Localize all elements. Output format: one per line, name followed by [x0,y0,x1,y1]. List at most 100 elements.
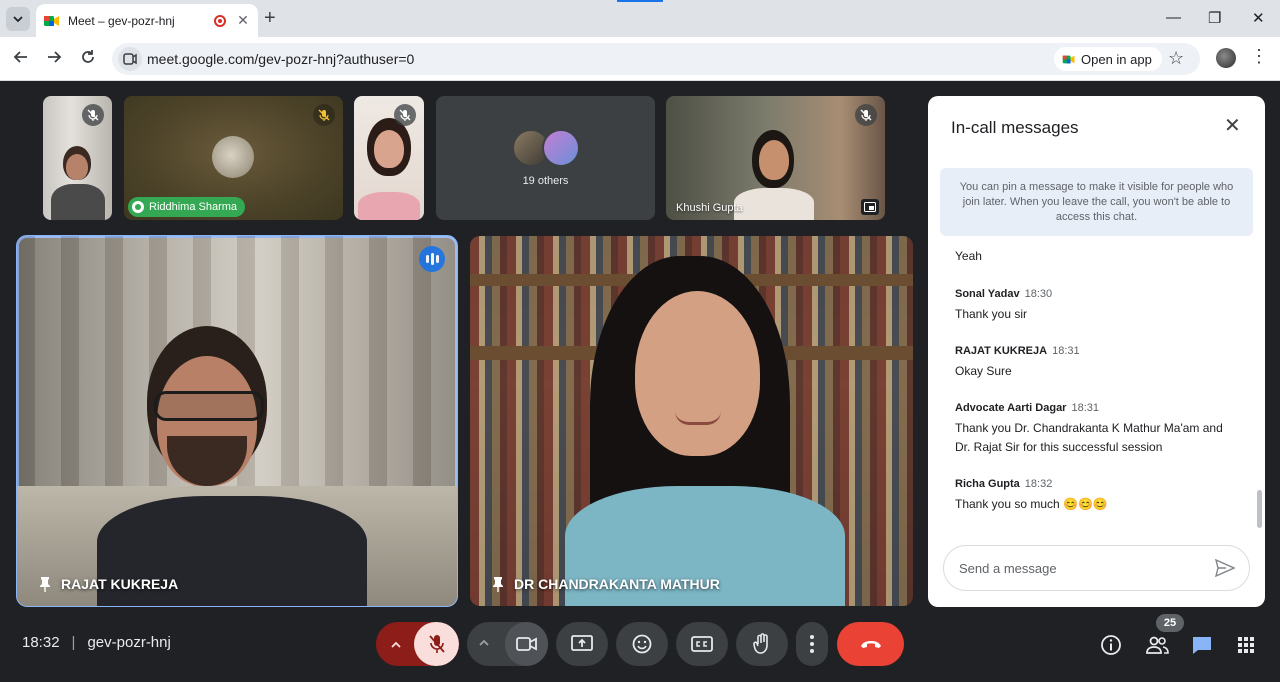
present-button[interactable] [556,622,608,666]
back-icon [13,51,27,63]
smile [675,411,721,425]
chat-message-text: Okay Sure [955,364,1012,378]
video-settings-toggle[interactable] [479,635,489,649]
more-options-button[interactable] [796,622,828,666]
camera-toggle-button[interactable] [505,622,548,666]
chat-scrollbar[interactable] [1257,490,1262,528]
emoji-icon [632,634,652,654]
participant-name: DR CHANDRAKANTA MATHUR [514,576,720,592]
profile-avatar[interactable] [1216,48,1236,68]
back-button[interactable] [10,48,32,70]
sender-name: Sonal Yadav [955,288,1020,300]
leave-call-button[interactable] [837,622,904,666]
avatar [542,129,580,167]
tab-title: Meet – gev-pozr-hnj [68,13,175,28]
chat-message-sender: Sonal Yadav 18:30 [955,288,1052,300]
others-tile[interactable]: 19 others [436,96,655,220]
message-time: 18:31 [1052,345,1080,357]
participant-tile[interactable]: Khushi Gupta [666,96,885,220]
mic-off-icon [428,635,445,653]
chat-message-input[interactable]: Send a message [943,545,1250,591]
meeting-details-button[interactable] [1099,633,1123,657]
browser-tab-meet[interactable]: Meet – gev-pozr-hnj ✕ [36,4,258,37]
sender-name: RAJAT KUKREJA [955,345,1048,357]
tab-close-icon[interactable]: ✕ [236,12,250,29]
chat-message-sender: Advocate Aarti Dagar 18:31 [955,402,1099,414]
reactions-button[interactable] [616,622,668,666]
main-video-tile[interactable]: DR CHANDRAKANTA MATHUR [470,236,913,606]
bookmark-star-icon[interactable]: ☆ [1168,48,1184,69]
site-info-icon [123,53,137,65]
camera-icon [515,637,537,651]
reload-button[interactable] [77,48,99,70]
mic-off-icon [394,104,416,126]
chat-message-text: Yeah [955,249,982,263]
people-button[interactable] [1145,633,1169,657]
participant-name: RAJAT KUKREJA [61,576,179,592]
chat-button[interactable] [1190,633,1214,657]
main-tile-name: RAJAT KUKREJA [39,576,178,592]
chat-message-text: Thank you sir [955,307,1028,321]
meet-favicon [44,15,59,26]
send-icon[interactable] [1215,559,1235,577]
microphone-control [376,622,459,666]
raise-hand-icon [753,633,768,654]
main-tile-name: DR CHANDRAKANTA MATHUR [492,576,720,592]
reload-icon [82,50,94,63]
meeting-time: 18:32 [22,634,60,651]
meet-stage: Riddhima Sharma 19 others Khushi Gupta R… [0,81,1280,682]
sender-name: Richa Gupta [955,478,1020,490]
participant-tile[interactable] [43,96,112,220]
people-icon [1146,636,1169,654]
window-restore-button[interactable]: ❐ [1208,9,1221,27]
mic-off-icon [82,104,104,126]
tab-list-button[interactable] [6,7,30,31]
participant-tile[interactable] [354,96,424,220]
site-info-button[interactable] [118,47,142,71]
chat-title: In-call messages [951,118,1079,137]
browser-menu-icon[interactable]: ⋮ [1250,47,1268,65]
chevron-up-icon [479,639,489,646]
chat-input-placeholder: Send a message [959,561,1057,576]
chat-message-text: Thank you Dr. Chandrakanta K Mathur Ma'a… [955,421,1223,454]
forward-icon [48,51,62,63]
raise-hand-button[interactable] [736,622,788,666]
audio-settings-toggle[interactable] [376,622,416,666]
mic-toggle-button[interactable] [414,622,459,666]
speaking-icon [132,201,144,213]
info-separator: | [71,634,76,651]
meeting-code: gev-pozr-hnj [87,634,171,651]
more-icon [810,635,814,653]
chat-message-sender: RAJAT KUKREJA 18:31 [955,345,1080,357]
window-minimize-button[interactable]: — [1166,9,1181,26]
forward-button[interactable] [43,48,65,70]
chat-info-banner: You can pin a message to make it visible… [940,168,1253,236]
captions-icon [691,636,713,652]
mic-off-icon [313,104,335,126]
participant-tile[interactable]: Riddhima Sharma [124,96,343,220]
participant-name: Riddhima Sharma [149,201,238,213]
participant-count-badge: 25 [1156,614,1184,632]
close-icon[interactable]: ✕ [1224,116,1241,136]
main-video-tile[interactable]: RAJAT KUKREJA [16,235,458,607]
participant-name: Khushi Gupta [676,202,743,214]
address-bar[interactable]: meet.google.com/gev-pozr-hnj?authuser=0 … [112,43,1200,75]
recording-icon [214,14,226,27]
chat-icon [1193,637,1211,654]
pin-icon [493,577,503,592]
activities-button[interactable] [1234,633,1258,657]
picture-in-picture-icon[interactable] [861,199,879,215]
window-close-button[interactable]: ✕ [1252,9,1265,27]
mic-off-icon [855,104,877,126]
meeting-info: 18:32 | gev-pozr-hnj [22,634,171,651]
captions-button[interactable] [676,622,728,666]
pin-icon [40,577,50,592]
tab-strip-accent [617,0,663,2]
speaking-name-chip: Riddhima Sharma [128,197,246,217]
url-text: meet.google.com/gev-pozr-hnj?authuser=0 [147,51,415,67]
others-count-label: 19 others [522,175,569,187]
new-tab-button[interactable]: + [264,8,276,28]
browser-toolbar: meet.google.com/gev-pozr-hnj?authuser=0 … [0,37,1280,81]
avatar [212,136,254,178]
open-in-app-button[interactable]: Open in app [1054,47,1162,71]
